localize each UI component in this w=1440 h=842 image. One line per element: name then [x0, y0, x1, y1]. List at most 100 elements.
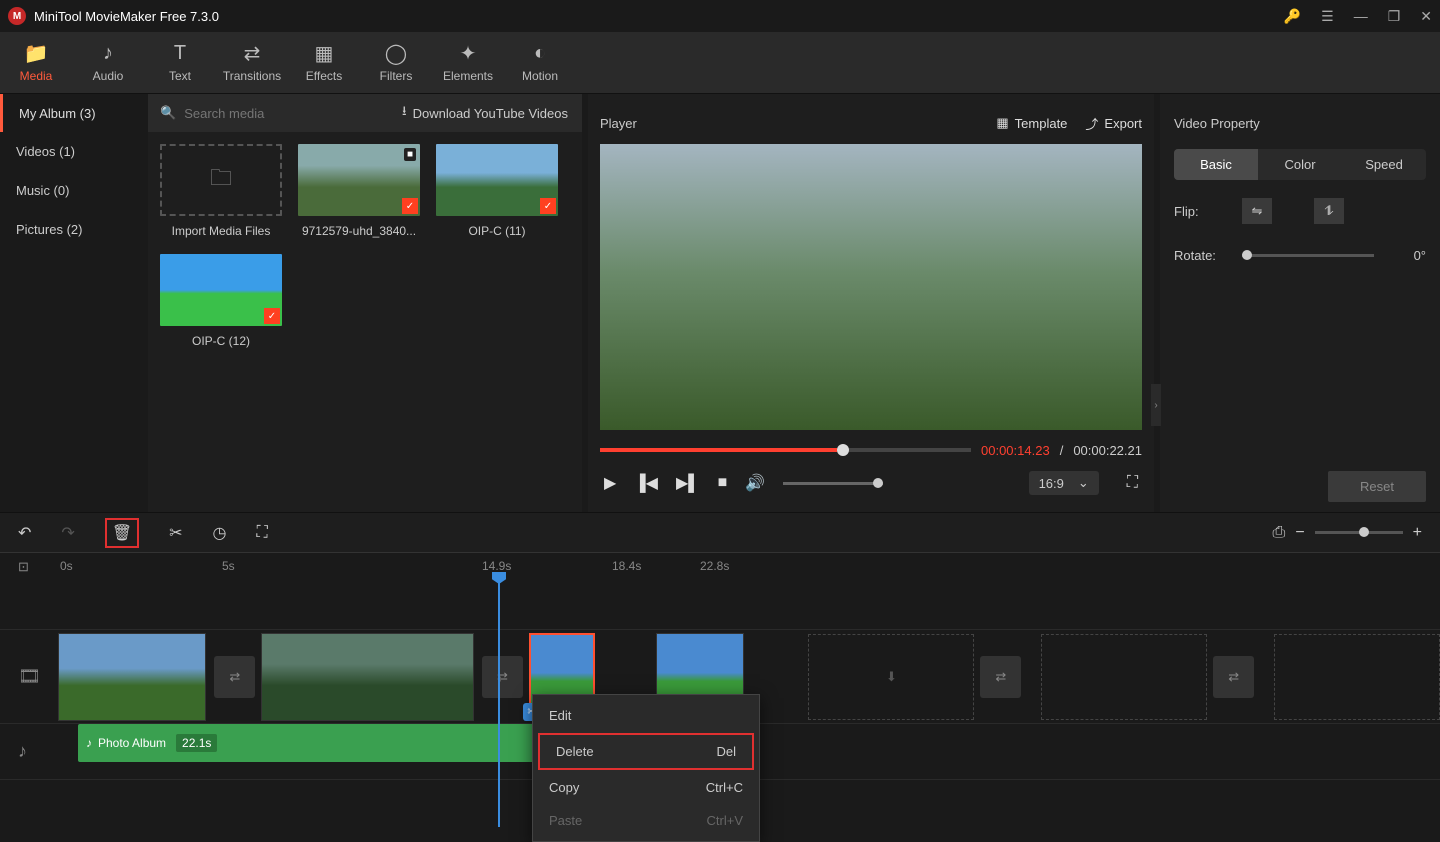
- ctx-copy[interactable]: Copy Ctrl+C: [533, 771, 759, 804]
- empty-clip-slot[interactable]: [1041, 634, 1207, 720]
- aspect-ratio-select[interactable]: 16:9 ⌄: [1029, 471, 1099, 495]
- rotate-label: Rotate:: [1174, 248, 1230, 263]
- effects-icon: ▦: [315, 43, 334, 65]
- timeline-ruler[interactable]: ⊡ 0s 5s 14.9s 18.4s 22.8s: [0, 552, 1440, 580]
- next-frame-icon[interactable]: ▶▌: [676, 473, 700, 493]
- check-icon: ✓: [540, 198, 556, 214]
- hamburger-icon[interactable]: ☰: [1321, 8, 1334, 25]
- chevron-down-icon: ⌄: [1078, 475, 1089, 491]
- player-panel: Player ▦ Template ⤴ Export 00:00:14.23 /…: [588, 94, 1154, 512]
- tab-filters-label: Filters: [380, 69, 413, 83]
- zoom-out-icon[interactable]: −: [1295, 524, 1304, 542]
- export-button[interactable]: ⤴ Export: [1085, 114, 1142, 133]
- volume-slider[interactable]: [783, 482, 883, 485]
- stop-icon[interactable]: ■: [718, 474, 728, 492]
- tab-filters[interactable]: ◯ Filters: [360, 35, 432, 91]
- property-panel: Video Property Basic Color Speed Flip: ⇋…: [1160, 94, 1440, 512]
- tab-effects-label: Effects: [306, 69, 342, 83]
- progress-slider[interactable]: [600, 448, 971, 452]
- track-spacer: [0, 580, 1440, 630]
- download-youtube-link[interactable]: ⭳ Download YouTube Videos: [402, 102, 582, 124]
- undo-icon[interactable]: ↶: [18, 523, 31, 543]
- volume-icon[interactable]: 🔊: [745, 473, 765, 493]
- check-icon: ✓: [264, 308, 280, 324]
- property-title: Video Property: [1174, 104, 1426, 143]
- folder-icon: 📁: [24, 43, 49, 65]
- title-bar: M MiniTool MovieMaker Free 7.3.0 🔑 ☰ — ❐…: [0, 0, 1440, 32]
- media-grid: 🗀 Import Media Files ■ ✓ 9712579-uhd_384…: [148, 132, 582, 512]
- redo-icon[interactable]: ↷: [61, 523, 74, 543]
- reset-button[interactable]: Reset: [1328, 471, 1426, 502]
- transition-slot[interactable]: ⇄: [980, 656, 1021, 698]
- timeline-clip[interactable]: [261, 633, 474, 721]
- prop-tab-color[interactable]: Color: [1258, 149, 1342, 180]
- auto-fit-icon[interactable]: ⊡: [18, 559, 29, 575]
- ctx-delete[interactable]: Delete Del: [538, 733, 754, 770]
- tab-effects[interactable]: ▦ Effects: [288, 35, 360, 91]
- preview-viewport[interactable]: [600, 144, 1142, 430]
- empty-clip-slot[interactable]: [1274, 634, 1440, 720]
- import-label: Import Media Files: [172, 224, 271, 238]
- tab-media[interactable]: 📁 Media: [0, 35, 72, 91]
- import-media-button[interactable]: 🗀 Import Media Files: [160, 144, 282, 238]
- media-item[interactable]: ✓ OIP-C (12): [160, 254, 282, 348]
- minimize-icon[interactable]: —: [1354, 8, 1368, 24]
- album-tab-myalbum[interactable]: My Album (3): [0, 94, 148, 132]
- flip-horizontal-button[interactable]: ⇋: [1242, 198, 1272, 224]
- zoom-in-icon[interactable]: +: [1413, 524, 1422, 542]
- split-icon[interactable]: ✂: [169, 523, 182, 543]
- flip-v-icon: ⥮: [1324, 203, 1333, 219]
- media-item[interactable]: ■ ✓ 9712579-uhd_3840...: [298, 144, 420, 238]
- fullscreen-icon[interactable]: ⛶: [1127, 474, 1138, 492]
- transition-slot[interactable]: ⇄: [482, 656, 523, 698]
- check-icon: ✓: [402, 198, 418, 214]
- album-header-row: My Album (3) 🔍 ⭳ Download YouTube Videos: [0, 94, 582, 132]
- tab-transitions[interactable]: ⇄ Transitions: [216, 35, 288, 91]
- prev-frame-icon[interactable]: ▐◀: [634, 473, 658, 493]
- media-item[interactable]: ✓ OIP-C (11): [436, 144, 558, 238]
- empty-clip-slot[interactable]: ⬇: [808, 634, 974, 720]
- rotate-slider[interactable]: [1242, 254, 1374, 257]
- close-icon[interactable]: ✕: [1420, 8, 1432, 25]
- tab-audio[interactable]: ♪ Audio: [72, 35, 144, 91]
- zoom-slider[interactable]: [1315, 531, 1403, 534]
- speed-icon[interactable]: ◷: [213, 523, 227, 543]
- flip-h-icon: ⇋: [1252, 203, 1263, 219]
- media-item-label: 9712579-uhd_3840...: [302, 224, 416, 238]
- crop-icon[interactable]: ⛶: [257, 524, 268, 542]
- fit-icon[interactable]: ⎙: [1273, 524, 1286, 542]
- music-note-icon: ♪: [103, 43, 113, 65]
- search-icon: 🔍: [160, 105, 176, 121]
- cat-pictures[interactable]: Pictures (2): [0, 210, 148, 249]
- audio-clip-name: Photo Album: [98, 736, 166, 750]
- time-total: 00:00:22.21: [1073, 443, 1142, 458]
- tab-text[interactable]: T Text: [144, 35, 216, 91]
- play-icon[interactable]: ▶: [604, 473, 616, 493]
- key-icon[interactable]: 🔑: [1284, 8, 1301, 25]
- player-title: Player: [600, 116, 978, 131]
- template-button[interactable]: ▦ Template: [996, 115, 1067, 131]
- prop-tab-speed[interactable]: Speed: [1342, 149, 1426, 180]
- ctx-copy-shortcut: Ctrl+C: [706, 780, 743, 795]
- cat-music[interactable]: Music (0): [0, 171, 148, 210]
- transition-slot[interactable]: ⇄: [214, 656, 255, 698]
- timeline-clip[interactable]: [58, 633, 206, 721]
- ctx-edit[interactable]: Edit: [533, 699, 759, 732]
- delete-button[interactable]: 🗑: [105, 518, 139, 548]
- tab-elements-label: Elements: [443, 69, 493, 83]
- search-input[interactable]: [184, 106, 390, 121]
- playhead[interactable]: [498, 580, 500, 827]
- rotate-value: 0°: [1386, 248, 1426, 263]
- ctx-paste-shortcut: Ctrl+V: [707, 813, 743, 828]
- ctx-edit-label: Edit: [549, 708, 571, 723]
- prop-tab-basic[interactable]: Basic: [1174, 149, 1258, 180]
- tab-elements[interactable]: ✦ Elements: [432, 35, 504, 91]
- tab-motion[interactable]: ◐ Motion: [504, 35, 576, 91]
- ctx-paste: Paste Ctrl+V: [533, 804, 759, 837]
- maximize-icon[interactable]: ❐: [1388, 8, 1401, 25]
- panel-collapse-handle[interactable]: ›: [1151, 384, 1161, 426]
- flip-vertical-button[interactable]: ⥮: [1314, 198, 1344, 224]
- cat-videos[interactable]: Videos (1): [0, 132, 148, 171]
- app-logo-icon: M: [8, 7, 26, 25]
- transition-slot[interactable]: ⇄: [1213, 656, 1254, 698]
